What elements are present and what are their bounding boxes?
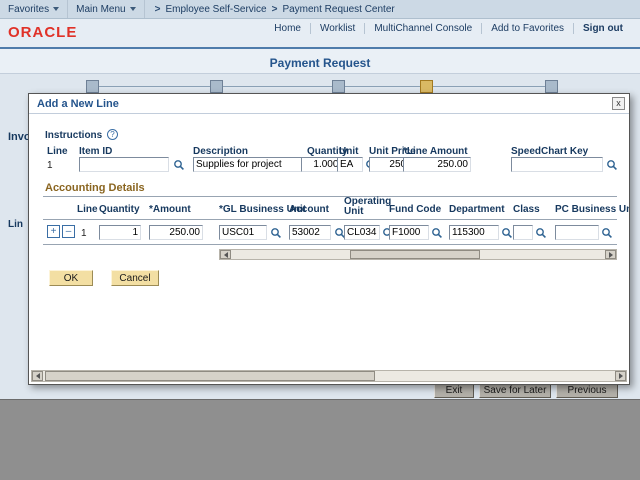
worklist-link[interactable]: Worklist (311, 23, 366, 34)
page-header: ORACLE Home Worklist MultiChannel Consol… (0, 19, 640, 47)
ok-button[interactable]: OK (49, 270, 93, 286)
chevron-down-icon (53, 7, 60, 11)
favorites-menu[interactable]: Favorites (0, 0, 69, 18)
wizard-step-2 (210, 80, 223, 93)
line-label: Line (47, 146, 68, 157)
dialog-title: Add a New Line (37, 98, 119, 110)
pc-business-unit-lookup-icon[interactable] (600, 225, 614, 240)
scroll-left-button[interactable] (32, 371, 43, 381)
previous-button[interactable]: Previous (556, 384, 618, 398)
home-link[interactable]: Home (265, 23, 311, 34)
scrollbar-thumb[interactable] (350, 250, 480, 259)
page-title: Payment Request (269, 56, 371, 70)
cancel-button[interactable]: Cancel (111, 270, 159, 286)
grid-horizontal-scrollbar[interactable] (219, 249, 617, 260)
line-amount-field[interactable] (403, 157, 471, 172)
dialog-divider (29, 113, 629, 114)
gl-business-unit-lookup-icon[interactable] (269, 225, 283, 240)
grid-bottom-border (43, 244, 617, 245)
unit-field[interactable] (337, 157, 363, 172)
scroll-left-button[interactable] (220, 250, 231, 259)
title-band: Payment Request (0, 49, 640, 74)
wizard-step-5 (545, 80, 558, 93)
add-row-button[interactable]: + (47, 225, 60, 238)
class-lookup-icon[interactable] (534, 225, 548, 240)
wizard-step-4-active (420, 80, 433, 93)
line-amount-label: *Line Amount (403, 146, 468, 157)
wizard-step-3 (332, 80, 345, 93)
col-header-account: Account (289, 204, 329, 215)
row-gl-business-unit-field[interactable] (219, 225, 267, 240)
grid-top-border (43, 196, 617, 197)
header-links: Home Worklist MultiChannel Console Add t… (265, 23, 632, 34)
description-label: Description (193, 146, 249, 157)
col-header-pc-business-unit: PC Business Unit (555, 204, 629, 215)
scroll-right-button[interactable] (615, 371, 626, 381)
exit-button[interactable]: Exit (434, 384, 474, 398)
row-amount-field[interactable] (149, 225, 203, 240)
col-header-fund-code: Fund Code (389, 204, 442, 215)
col-header-quantity: Quantity (99, 204, 140, 215)
department-lookup-icon[interactable] (500, 225, 514, 240)
unit-label: Unit (339, 146, 359, 157)
delete-row-button[interactable]: – (62, 225, 75, 238)
row-line-number: 1 (81, 228, 87, 239)
wizard-line (92, 86, 552, 87)
row-class-field[interactable] (513, 225, 533, 240)
item-id-field[interactable] (79, 157, 169, 172)
breadcrumb-separator: > (271, 3, 278, 15)
menu-bar: Favorites Main Menu > Employee Self-Serv… (0, 0, 640, 19)
col-header-line: Line (77, 204, 98, 215)
grid-header-border (43, 219, 617, 220)
triangle-left-icon (35, 373, 40, 379)
close-icon[interactable]: x (612, 97, 625, 110)
item-id-label: Item ID (79, 146, 113, 157)
speedchart-key-label: SpeedChart Key (511, 146, 589, 157)
col-header-department: Department (449, 204, 505, 215)
scroll-right-button[interactable] (605, 250, 616, 259)
row-pc-business-unit-field[interactable] (555, 225, 599, 240)
row-operating-unit-field[interactable] (344, 225, 380, 240)
favorites-label: Favorites (8, 3, 50, 15)
row-department-field[interactable] (449, 225, 499, 240)
background-label: Lin (8, 219, 23, 230)
breadcrumb: > Employee Self-Service > Payment Reques… (145, 4, 395, 15)
row-account-field[interactable] (289, 225, 331, 240)
multichannel-console-link[interactable]: MultiChannel Console (365, 23, 483, 34)
breadcrumb-payment-request-center[interactable]: Payment Request Center (282, 4, 394, 15)
scrollbar-thumb[interactable] (45, 371, 375, 381)
instructions-label: Instructions (45, 130, 103, 141)
line-number-value: 1 (47, 160, 53, 171)
accounting-details-header: Accounting Details (45, 182, 145, 194)
triangle-left-icon (223, 251, 228, 258)
triangle-right-icon (608, 251, 613, 258)
help-icon[interactable]: ? (107, 129, 118, 140)
col-header-operating-unit: Operating Unit (344, 196, 392, 217)
breadcrumb-separator: > (154, 3, 161, 15)
main-menu[interactable]: Main Menu (68, 0, 145, 18)
dialog-horizontal-scrollbar[interactable] (31, 370, 627, 382)
sign-out-link[interactable]: Sign out (574, 23, 632, 34)
add-to-favorites-link[interactable]: Add to Favorites (482, 23, 574, 34)
breadcrumb-employee-self-service[interactable]: Employee Self-Service (165, 4, 266, 15)
wizard-step-1 (86, 80, 99, 93)
item-id-lookup-icon[interactable] (172, 157, 186, 172)
fund-code-lookup-icon[interactable] (430, 225, 444, 240)
col-header-amount: *Amount (149, 204, 191, 215)
main-menu-label: Main Menu (76, 3, 126, 15)
row-quantity-field[interactable] (99, 225, 141, 240)
speedchart-key-field[interactable] (511, 157, 603, 172)
speedchart-lookup-icon[interactable] (605, 157, 619, 172)
screen: Favorites Main Menu > Employee Self-Serv… (0, 0, 640, 480)
chevron-down-icon (129, 7, 136, 11)
add-new-line-dialog: Add a New Line x Instructions ? Line Ite… (28, 93, 630, 385)
col-header-class: Class (513, 204, 540, 215)
save-for-later-button[interactable]: Save for Later (479, 384, 551, 398)
row-fund-code-field[interactable] (389, 225, 429, 240)
background-section-label: Invo (8, 131, 30, 143)
oracle-logo: ORACLE (8, 24, 78, 41)
triangle-right-icon (618, 373, 623, 379)
